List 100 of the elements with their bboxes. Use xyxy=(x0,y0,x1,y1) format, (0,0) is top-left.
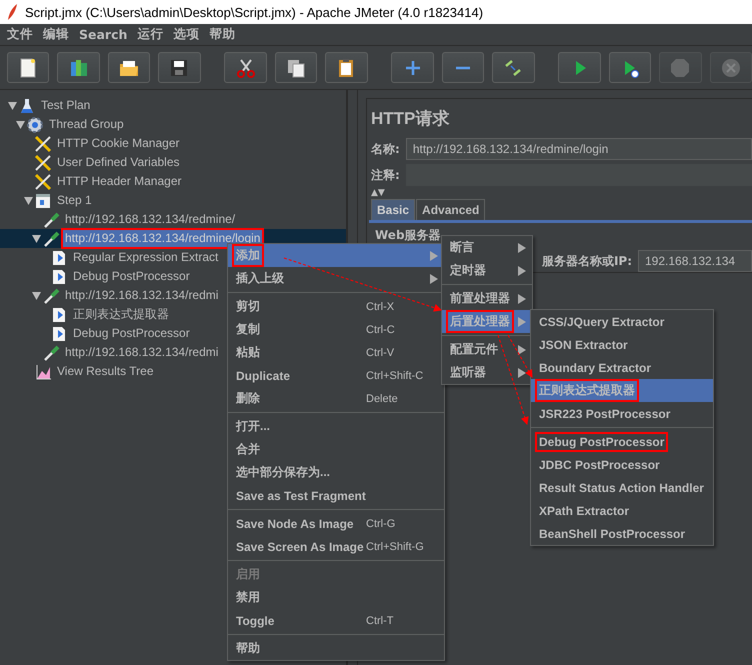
tab[interactable]: Basic xyxy=(371,199,416,220)
submenu-arrow-icon xyxy=(518,344,526,354)
submenu-arrow-icon xyxy=(430,274,438,284)
menu-item[interactable]: 断言 xyxy=(442,236,532,259)
tree-row[interactable]: Thread Group xyxy=(0,115,346,134)
tree-row[interactable]: HTTP Cookie Manager xyxy=(0,134,346,153)
submenu-arrow-icon xyxy=(518,242,526,252)
toolbar-button[interactable] xyxy=(158,52,201,83)
feather-icon xyxy=(5,3,19,21)
toolbar-button[interactable] xyxy=(224,52,267,83)
submenu-arrow-icon xyxy=(518,368,526,378)
tree-node-label: http://192.168.132.134/redmine/login xyxy=(63,230,262,247)
shortcut-label: Ctrl-V xyxy=(366,346,396,358)
menu-item[interactable]: 粘贴 Ctrl-V xyxy=(228,341,444,364)
menu-item[interactable]: 删除 Delete xyxy=(228,387,444,410)
caret-icon[interactable] xyxy=(32,292,40,300)
tree-node-label: Regular Expression Extract xyxy=(72,249,220,266)
window-icon xyxy=(34,192,52,210)
submenu-arrow-icon xyxy=(518,294,526,304)
menu-item[interactable]: 监听器 xyxy=(442,361,532,384)
menu-item[interactable]: JSR223 PostProcessor xyxy=(531,402,713,425)
tree-node-label: Debug PostProcessor xyxy=(72,325,191,342)
shortcut-label: Ctrl+Shift-C xyxy=(366,370,424,382)
menu-item[interactable]: BeanShell PostProcessor xyxy=(531,522,713,545)
name-field[interactable]: http://192.168.132.134/redmine/login xyxy=(406,138,752,160)
menu-bar-item[interactable]: 运行 xyxy=(132,26,168,43)
toolbar-button[interactable] xyxy=(492,52,535,83)
menu-item[interactable]: CSS/JQuery Extractor xyxy=(531,310,713,333)
field-label: 名称: xyxy=(371,140,400,158)
tree-row[interactable]: http://192.168.132.134/redmine/login xyxy=(0,229,346,248)
caret-icon[interactable] xyxy=(8,102,16,110)
menu-item[interactable]: 前置处理器 xyxy=(442,287,532,310)
menu-item[interactable]: JSON Extractor xyxy=(531,333,713,356)
menu-item[interactable]: Save Node As Image Ctrl-G xyxy=(228,512,444,535)
toolbar-button[interactable] xyxy=(108,52,150,83)
menu-bar-item[interactable]: 选项 xyxy=(168,26,204,43)
menu-bar-item[interactable]: 文件 xyxy=(2,26,38,43)
tools-icon xyxy=(34,154,52,172)
pipette-icon xyxy=(42,230,60,248)
pipette-icon xyxy=(42,210,60,228)
menu-item[interactable]: Result Status Action Handler xyxy=(531,476,713,499)
menu-bar-item[interactable]: 帮助 xyxy=(204,26,240,43)
chart-icon xyxy=(34,362,52,380)
menu-item[interactable]: 选中部分保存为... xyxy=(228,461,444,484)
tree-row[interactable]: Step 1 xyxy=(0,191,346,210)
menu-bar-item[interactable]: Search xyxy=(74,27,132,42)
menu-item[interactable]: Debug PostProcessor xyxy=(531,430,713,453)
tree-row[interactable]: http://192.168.132.134/redmine/ xyxy=(0,210,346,229)
shortcut-label: Delete xyxy=(366,392,399,404)
scissors-icon xyxy=(234,56,257,78)
tree-row[interactable]: HTTP Header Manager xyxy=(0,172,346,191)
toolbar-button[interactable] xyxy=(325,52,368,83)
shortcut-label: Ctrl-T xyxy=(366,614,394,626)
tree-node-label: User Defined Variables xyxy=(56,154,181,171)
field-label: 服务器名称或IP: xyxy=(542,252,632,270)
menu-item[interactable]: 复制 Ctrl-C xyxy=(228,318,444,341)
group-title: Web服务器 xyxy=(374,227,442,244)
menu-item[interactable]: Toggle Ctrl-T xyxy=(228,609,444,632)
flask-icon xyxy=(18,96,36,114)
menu-item[interactable]: 禁用 xyxy=(228,586,444,609)
page-arrow-icon xyxy=(50,306,68,324)
caret-icon[interactable] xyxy=(16,120,24,128)
toolbar-button[interactable] xyxy=(7,52,50,83)
shortcut-label: Ctrl+Shift-G xyxy=(366,540,425,552)
submenu-arrow-icon xyxy=(430,250,438,260)
menu-item[interactable]: Save as Test Fragment xyxy=(228,484,444,507)
menu-item[interactable]: Boundary Extractor xyxy=(531,356,713,379)
minus-icon xyxy=(456,66,470,70)
tools-icon xyxy=(34,172,52,190)
menu-item[interactable]: 剪切 Ctrl-X xyxy=(228,295,444,318)
window-title: Script.jmx (C:\Users\admin\Desktop\Script.jmx) - Apache JMeter (4.0 r1823414) xyxy=(25,4,484,20)
tab[interactable]: Advanced xyxy=(416,199,486,220)
tree-node-label: HTTP Cookie Manager xyxy=(56,135,180,152)
caret-icon[interactable] xyxy=(32,234,40,242)
collapse-arrows[interactable]: ▲▼ xyxy=(369,188,752,198)
menu-item[interactable]: Save Screen As Image Ctrl+Shift-G xyxy=(228,535,444,558)
server-field[interactable]: 192.168.132.134 xyxy=(638,250,752,272)
menu-item[interactable]: 配置元件 xyxy=(442,338,532,361)
menu-item[interactable]: 合并 xyxy=(228,438,444,461)
tree-node-label: Step 1 xyxy=(56,192,93,209)
toolbar-button[interactable] xyxy=(274,52,318,83)
toolbar-button[interactable] xyxy=(608,52,652,83)
tree-row[interactable]: User Defined Variables xyxy=(0,153,346,172)
menu-item[interactable]: 定时器 xyxy=(442,259,532,282)
tree-node-label: 正则表达式提取器 xyxy=(72,306,170,323)
pipette-icon xyxy=(42,344,60,362)
menu-bar-item[interactable]: 编辑 xyxy=(38,26,74,43)
tree-row[interactable]: Test Plan xyxy=(0,96,346,115)
tools-icon xyxy=(34,134,52,152)
menu-item[interactable]: XPath Extractor xyxy=(531,499,713,522)
menu-item[interactable]: 打开... xyxy=(228,415,444,438)
stop-icon xyxy=(669,56,692,78)
caret-icon[interactable] xyxy=(24,196,32,204)
menu-item[interactable]: 帮助 xyxy=(228,637,444,660)
page-arrow-icon xyxy=(50,268,68,286)
pipette-icon xyxy=(42,286,60,304)
tree-node-label: http://192.168.132.134/redmi xyxy=(64,344,220,361)
menu-item[interactable]: JDBC PostProcessor xyxy=(531,453,713,476)
menu-item[interactable]: 插入上级 xyxy=(228,267,444,290)
menu-item[interactable]: Duplicate Ctrl+Shift-C xyxy=(228,364,444,387)
